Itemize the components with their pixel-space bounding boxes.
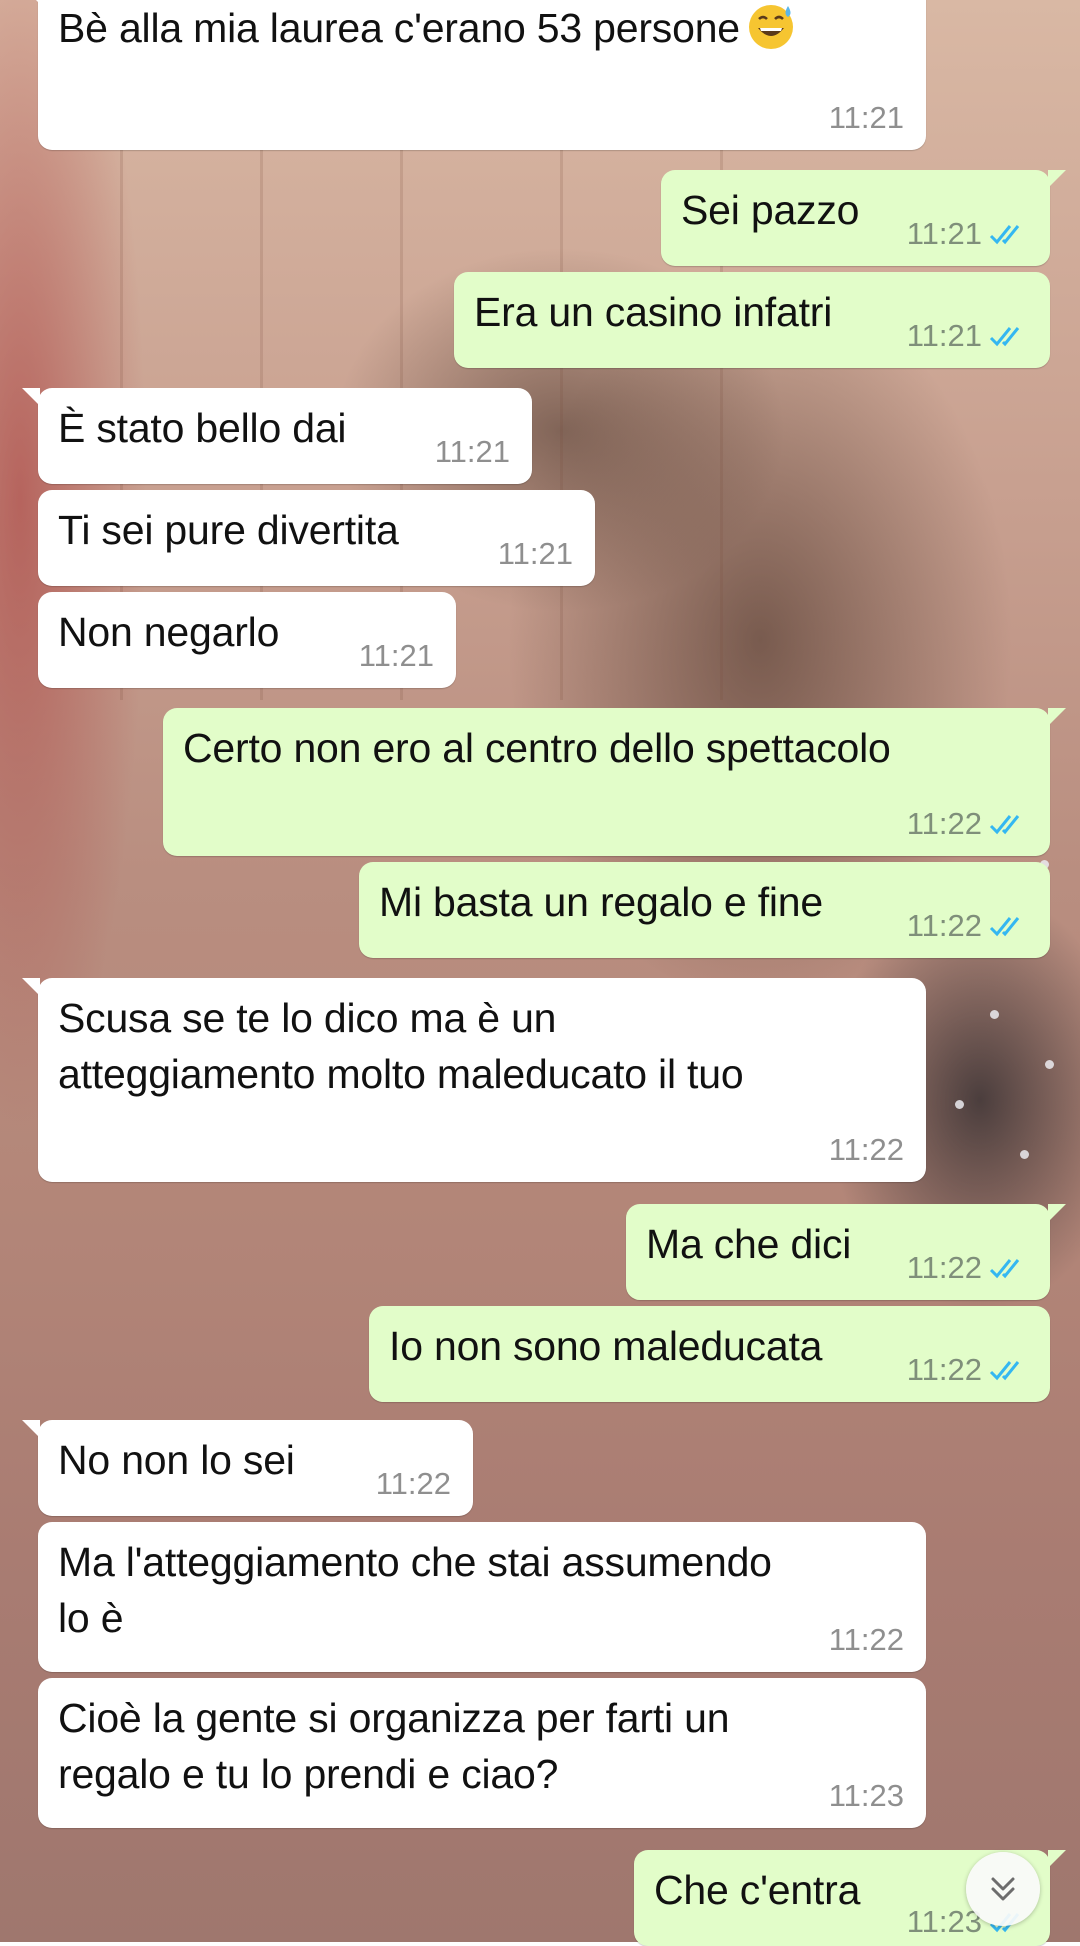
- message-time: 11:21: [434, 434, 510, 469]
- message-time: 11:21: [906, 318, 982, 353]
- message-time: 11:21: [497, 536, 573, 571]
- message-outgoing[interactable]: Io non sono maleducata 11:22: [369, 1306, 1050, 1402]
- message-time: 11:22: [375, 1466, 451, 1501]
- message-text: Cioè la gente si organizza per farti un …: [58, 1695, 730, 1797]
- read-receipt-icon: [989, 1259, 1020, 1279]
- message-outgoing[interactable]: Mi basta un regalo e fine 11:22: [359, 862, 1050, 958]
- read-receipt-icon: [989, 327, 1020, 347]
- read-receipt-icon: [989, 1361, 1020, 1381]
- read-receipt-icon: [989, 917, 1020, 937]
- message-time: 11:21: [906, 216, 982, 251]
- message-text: Certo non ero al centro dello spettacolo: [183, 725, 891, 771]
- message-text: Ti sei pure divertita: [58, 507, 399, 553]
- grinning-face-with-sweat-emoji: [748, 5, 793, 49]
- message-incoming[interactable]: Scusa se te lo dico ma è un atteggiament…: [22, 978, 926, 1182]
- message-time: 11:21: [828, 100, 904, 135]
- read-receipt-icon: [989, 815, 1020, 835]
- message-time: 11:22: [906, 806, 982, 841]
- message-outgoing[interactable]: Ma che dici 11:22: [626, 1204, 1066, 1300]
- message-time: 11:22: [828, 1622, 904, 1657]
- message-incoming[interactable]: No non lo sei 11:22: [22, 1420, 473, 1516]
- double-chevron-down-icon: [991, 1877, 1015, 1901]
- message-time: 11:22: [906, 908, 982, 943]
- read-receipt-icon: [989, 225, 1020, 245]
- message-time: 11:22: [906, 1352, 982, 1387]
- message-text: Scusa se te lo dico ma è un atteggiament…: [58, 995, 744, 1097]
- message-time: 11:22: [828, 1132, 904, 1167]
- message-time: 11:21: [358, 638, 434, 673]
- message-time: 11:22: [906, 1250, 982, 1285]
- scroll-to-bottom-button[interactable]: [966, 1852, 1040, 1926]
- message-incoming[interactable]: Cioè la gente si organizza per farti un …: [38, 1678, 926, 1828]
- message-incoming[interactable]: È stato bello dai 11:21: [22, 388, 532, 484]
- message-incoming[interactable]: Bè alla mia laurea c'erano 53 persone 11…: [22, 0, 926, 150]
- message-incoming[interactable]: Ti sei pure divertita 11:21: [38, 490, 595, 586]
- message-time: 11:23: [906, 1904, 982, 1939]
- message-incoming[interactable]: Ma l'atteggiamento che stai assumendo lo…: [38, 1522, 926, 1672]
- message-text: Ma l'atteggiamento che stai assumendo lo…: [58, 1539, 772, 1641]
- message-incoming[interactable]: Non negarlo 11:21: [38, 592, 456, 688]
- message-outgoing[interactable]: Sei pazzo 11:21: [661, 170, 1066, 266]
- message-outgoing[interactable]: Certo non ero al centro dello spettacolo…: [163, 708, 1066, 856]
- message-outgoing[interactable]: Era un casino infatri 11:21: [454, 272, 1050, 368]
- message-time: 11:23: [828, 1778, 904, 1813]
- message-text: Bè alla mia laurea c'erano 53 persone: [58, 5, 740, 51]
